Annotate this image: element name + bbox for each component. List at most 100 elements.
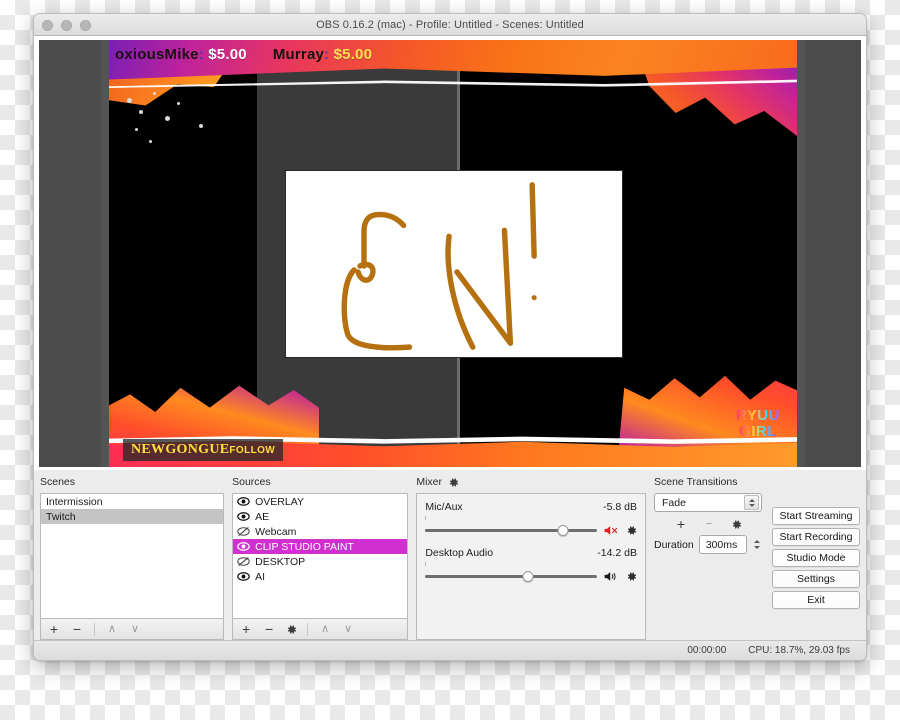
remove-scene-button[interactable]: − — [70, 622, 84, 637]
sources-toolbar: + − ∧ ∨ — [232, 619, 409, 640]
mixer-settings-gear-icon[interactable] — [447, 476, 459, 488]
mixer-level-meter — [425, 516, 637, 520]
close-button[interactable] — [42, 19, 53, 31]
dock-area: Scenes Intermission Twitch + − ∧ ∨ Sourc… — [34, 470, 866, 640]
source-label: AI — [255, 570, 266, 583]
ticker-amount: $5.00 — [208, 45, 247, 63]
scenes-dock: Scenes Intermission Twitch + − ∧ ∨ — [40, 475, 225, 640]
mixer-dock: Mixer Mic/Aux -5.8 dB Desktop Audio -14.… — [416, 475, 646, 640]
mixer-track-desktop-audio: Desktop Audio -14.2 dB — [425, 547, 637, 583]
eye-visible-icon[interactable] — [237, 541, 250, 552]
mute-toggle-desktop-audio-icon[interactable] — [603, 570, 619, 583]
transition-select[interactable]: Fade — [654, 493, 762, 512]
scene-item-twitch[interactable]: Twitch — [41, 509, 224, 524]
preview-right-gutter — [797, 40, 805, 467]
sources-dock: Sources OVERLAY AE Webcam CLIP STUDIO PA… — [232, 475, 409, 640]
exit-button[interactable]: Exit — [772, 591, 860, 609]
source-label: Webcam — [255, 525, 297, 538]
mixer-panel: Mic/Aux -5.8 dB Desktop Audio -14.2 dB — [416, 493, 646, 640]
duration-label: Duration — [654, 538, 694, 551]
add-source-button[interactable]: + — [239, 622, 253, 637]
mic-aux-settings-gear-icon[interactable] — [625, 525, 637, 537]
move-source-up-button[interactable]: ∧ — [318, 622, 332, 637]
stream-content: 1920 x 1080px 100dpi 100.0% - CLIP STUDI… — [109, 40, 797, 467]
preview-left-gutter — [101, 40, 109, 467]
desktop-audio-settings-gear-icon[interactable] — [625, 571, 637, 583]
page-root: OBS 0.16.2 (mac) - Profile: Untitled - S… — [0, 0, 900, 720]
settings-button[interactable]: Settings — [772, 570, 860, 588]
eye-hidden-icon[interactable] — [237, 556, 250, 567]
add-transition-button[interactable]: + — [674, 517, 688, 532]
mixer-title-row: Mixer — [416, 475, 646, 489]
source-item-webcam[interactable]: Webcam — [233, 524, 407, 539]
volume-slider-mic-aux[interactable] — [425, 524, 597, 537]
window-title: OBS 0.16.2 (mac) - Profile: Untitled - S… — [316, 18, 584, 31]
chevron-updown-icon[interactable] — [744, 495, 759, 510]
duration-value: 300ms — [705, 538, 738, 551]
source-label: DESKTOP — [255, 555, 306, 568]
source-label: AE — [255, 510, 270, 523]
eye-visible-icon[interactable] — [237, 496, 250, 507]
source-item-clip-studio-paint[interactable]: CLIP STUDIO PAINT — [233, 539, 408, 554]
source-properties-gear-icon[interactable] — [285, 623, 297, 635]
mixer-track-controls — [425, 570, 637, 583]
controls-dock: Start Streaming Start Recording Studio M… — [772, 493, 860, 609]
ticker-entry: oxiousMike: $5.00 — [115, 46, 247, 63]
csp-titlebar: 1920 x 1080px 100dpi 100.0% - CLIP STUDI… — [257, 44, 797, 55]
source-label: OVERLAY — [255, 495, 304, 508]
toolbar-separator — [94, 622, 95, 636]
mixer-track-name: Mic/Aux — [425, 501, 463, 513]
source-item-overlay[interactable]: OVERLAY — [233, 494, 407, 509]
transition-toolbar: + − — [654, 514, 762, 534]
scenes-title: Scenes — [40, 476, 76, 488]
window-titlebar: OBS 0.16.2 (mac) - Profile: Untitled - S… — [34, 14, 866, 36]
sources-list[interactable]: OVERLAY AE Webcam CLIP STUDIO PAINT DESK… — [232, 493, 409, 619]
start-recording-button[interactable]: Start Recording — [772, 528, 860, 546]
slider-knob[interactable] — [557, 525, 569, 536]
csp-status-text: 100 % — [417, 457, 432, 463]
stream-preview[interactable]: 1920 x 1080px 100dpi 100.0% - CLIP STUDI… — [39, 40, 861, 467]
slider-knob[interactable] — [522, 571, 534, 582]
ticker-colon: : — [198, 45, 204, 63]
remove-source-button[interactable]: − — [262, 622, 276, 637]
eye-hidden-icon[interactable] — [237, 526, 250, 537]
move-scene-down-button[interactable]: ∨ — [128, 622, 142, 637]
transitions-dock: Scene Transitions Fade + − Duration 300m… — [654, 475, 860, 640]
scene-item-intermission[interactable]: Intermission — [41, 494, 223, 509]
duration-stepper-icon[interactable] — [752, 535, 762, 554]
minimize-button[interactable] — [61, 19, 72, 31]
toolbar-separator — [307, 622, 309, 636]
mixer-track-header: Mic/Aux -5.8 dB — [425, 501, 637, 513]
source-item-ae[interactable]: AE — [233, 509, 407, 524]
drawing-canvas — [285, 170, 623, 358]
duration-input[interactable]: 300ms — [698, 535, 748, 554]
add-scene-button[interactable]: + — [47, 622, 61, 637]
csp-title-text: 1920 x 1080px 100dpi 100.0% - CLIP STUDI… — [263, 46, 391, 53]
duration-row: Duration 300ms — [654, 535, 762, 554]
source-item-ai[interactable]: AI — [233, 569, 407, 584]
mute-toggle-mic-aux-icon[interactable] — [603, 524, 619, 537]
eye-visible-icon[interactable] — [237, 511, 250, 522]
scenes-list[interactable]: Intermission Twitch — [40, 493, 225, 619]
obs-main-window: OBS 0.16.2 (mac) - Profile: Untitled - S… — [34, 14, 866, 660]
move-source-down-button[interactable]: ∨ — [341, 622, 355, 637]
transition-controls: Fade + − Duration 300ms — [654, 493, 762, 609]
overlay-top-left-splash — [109, 58, 231, 106]
transition-properties-gear-icon[interactable] — [730, 518, 742, 530]
eye-visible-icon[interactable] — [237, 571, 250, 582]
scene-label: Intermission — [46, 495, 103, 508]
move-scene-up-button[interactable]: ∧ — [105, 622, 119, 637]
start-streaming-button[interactable]: Start Streaming — [772, 507, 860, 525]
ticker-name: oxiousMike — [115, 45, 199, 63]
status-stats: CPU: 18.7%, 29.03 fps — [748, 645, 850, 656]
remove-transition-button[interactable]: − — [702, 517, 716, 532]
volume-slider-desktop-audio[interactable] — [425, 570, 597, 583]
status-timer: 00:00:00 — [687, 645, 727, 656]
mixer-track-mic-aux: Mic/Aux -5.8 dB — [425, 501, 637, 537]
zoom-button[interactable] — [80, 19, 91, 31]
studio-mode-button[interactable]: Studio Mode — [772, 549, 860, 567]
slider-rail — [425, 529, 597, 532]
mixer-track-name: Desktop Audio — [425, 547, 494, 559]
source-item-desktop[interactable]: DESKTOP — [233, 554, 407, 569]
mixer-track-level: -14.2 dB — [597, 547, 637, 559]
